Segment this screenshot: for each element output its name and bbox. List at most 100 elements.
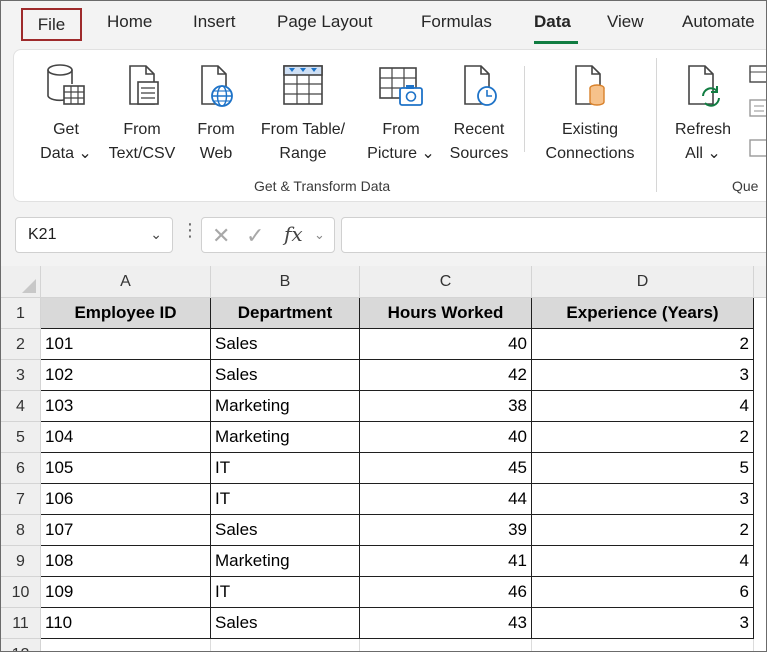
empty-cell[interactable] [41, 639, 211, 651]
more-options-icon[interactable]: ⋮ [181, 220, 199, 241]
table-cell[interactable]: 4 [532, 391, 754, 422]
table-cell[interactable]: Marketing [211, 422, 360, 453]
row-header[interactable]: 4 [1, 391, 41, 422]
table-cell[interactable]: IT [211, 484, 360, 515]
table-cell[interactable]: 38 [360, 391, 532, 422]
table-cell[interactable]: 104 [41, 422, 211, 453]
tab-page-layout[interactable]: Page Layout [277, 12, 372, 32]
table-cell[interactable]: 45 [360, 453, 532, 484]
function-dropdown-icon[interactable]: ⌄ [314, 227, 325, 243]
row-header[interactable]: 5 [1, 422, 41, 453]
from-picture-button[interactable]: From Picture ⌄ [360, 56, 442, 166]
table-cell[interactable]: 3 [532, 608, 754, 639]
formula-input[interactable] [341, 217, 766, 253]
table-cell[interactable]: IT [211, 577, 360, 608]
table-header-cell[interactable]: Department [211, 298, 360, 329]
table-cell[interactable]: Sales [211, 515, 360, 546]
tab-data[interactable]: Data [534, 12, 571, 32]
get-data-button[interactable]: Get Data ⌄ [30, 56, 102, 166]
table-header-cell[interactable]: Hours Worked [360, 298, 532, 329]
table-cell[interactable]: 107 [41, 515, 211, 546]
table-cell[interactable]: 108 [41, 546, 211, 577]
from-table-range-label-1: From Table/ [260, 121, 346, 138]
table-cell[interactable]: Sales [211, 329, 360, 360]
table-cell[interactable]: 4 [532, 546, 754, 577]
table-cell[interactable]: 106 [41, 484, 211, 515]
tab-view[interactable]: View [607, 12, 644, 32]
ribbon-panel: Get Data ⌄ From Text/CSV From Web From T… [13, 49, 767, 202]
from-text-csv-label-1: From [123, 121, 161, 138]
table-cell[interactable]: 2 [532, 422, 754, 453]
from-text-csv-button[interactable]: From Text/CSV [102, 56, 182, 166]
empty-cell[interactable] [211, 639, 360, 651]
row-header[interactable]: 2 [1, 329, 41, 360]
table-cell[interactable]: Marketing [211, 546, 360, 577]
table-cell[interactable]: 6 [532, 577, 754, 608]
table-header-cell[interactable]: Experience (Years) [532, 298, 754, 329]
refresh-all-button[interactable]: Refresh All ⌄ [668, 56, 738, 166]
tab-automate[interactable]: Automate [682, 12, 755, 32]
chevron-down-icon[interactable]: ⌄ [150, 226, 162, 243]
table-cell[interactable]: 40 [360, 329, 532, 360]
enter-check-icon[interactable]: ✓ [246, 223, 264, 249]
table-cell[interactable]: Marketing [211, 391, 360, 422]
table-cell[interactable]: 101 [41, 329, 211, 360]
row-header[interactable]: 1 [1, 298, 41, 329]
existing-connections-button[interactable]: Existing Connections [532, 56, 648, 166]
table-cell[interactable]: Sales [211, 360, 360, 391]
recent-sources-button[interactable]: Recent Sources [444, 56, 514, 166]
row-header[interactable]: 11 [1, 608, 41, 639]
tab-home[interactable]: Home [107, 12, 152, 32]
table-cell[interactable]: 103 [41, 391, 211, 422]
empty-cell[interactable] [532, 639, 754, 651]
select-all-corner[interactable] [1, 266, 41, 298]
from-web-label-1: From [197, 121, 235, 138]
column-header-e[interactable] [754, 266, 766, 298]
table-cell[interactable]: 5 [532, 453, 754, 484]
cancel-icon[interactable]: ✕ [212, 223, 230, 249]
row-header[interactable]: 12 [1, 639, 41, 651]
table-cell[interactable]: IT [211, 453, 360, 484]
table-cell[interactable]: 40 [360, 422, 532, 453]
table-cell[interactable]: 42 [360, 360, 532, 391]
empty-cell[interactable] [360, 639, 532, 651]
tab-file[interactable]: File [21, 8, 82, 41]
from-web-button[interactable]: From Web [186, 56, 246, 166]
table-cell[interactable]: 3 [532, 484, 754, 515]
table-cell[interactable]: 105 [41, 453, 211, 484]
row-header[interactable]: 6 [1, 453, 41, 484]
tab-formulas[interactable]: Formulas [421, 12, 492, 32]
column-header-a[interactable]: A [41, 266, 211, 298]
column-header-c[interactable]: C [360, 266, 532, 298]
column-header-b[interactable]: B [211, 266, 360, 298]
table-cell[interactable]: 110 [41, 608, 211, 639]
insert-function-icon[interactable]: fx [284, 222, 303, 246]
row-header[interactable]: 7 [1, 484, 41, 515]
table-header-cell[interactable]: Employee ID [41, 298, 211, 329]
column-header-d[interactable]: D [532, 266, 754, 298]
table-cell[interactable]: 2 [532, 329, 754, 360]
recent-sources-icon [464, 65, 497, 106]
row-header[interactable]: 10 [1, 577, 41, 608]
table-cell[interactable]: 2 [532, 515, 754, 546]
existing-connections-label-2: Connections [545, 145, 635, 162]
table-cell[interactable]: 109 [41, 577, 211, 608]
queries-connections-icons[interactable] [746, 64, 767, 174]
from-picture-label-1: From [382, 121, 420, 138]
row-header[interactable]: 3 [1, 360, 41, 391]
table-cell[interactable]: 3 [532, 360, 754, 391]
name-box[interactable]: K21 ⌄ [15, 217, 173, 253]
table-cell[interactable]: 43 [360, 608, 532, 639]
table-cell[interactable]: 46 [360, 577, 532, 608]
table-cell[interactable]: 41 [360, 546, 532, 577]
row-header[interactable]: 9 [1, 546, 41, 577]
table-cell[interactable]: 102 [41, 360, 211, 391]
table-cell[interactable]: 39 [360, 515, 532, 546]
row-header[interactable]: 8 [1, 515, 41, 546]
tab-insert[interactable]: Insert [193, 12, 236, 32]
table-cell[interactable]: Sales [211, 608, 360, 639]
table-cell[interactable]: 44 [360, 484, 532, 515]
from-table-range-button[interactable]: From Table/ Range [254, 56, 352, 166]
group-label-get-transform: Get & Transform Data [254, 178, 391, 194]
formula-controls: ✕ ✓ fx ⌄ [201, 217, 335, 253]
